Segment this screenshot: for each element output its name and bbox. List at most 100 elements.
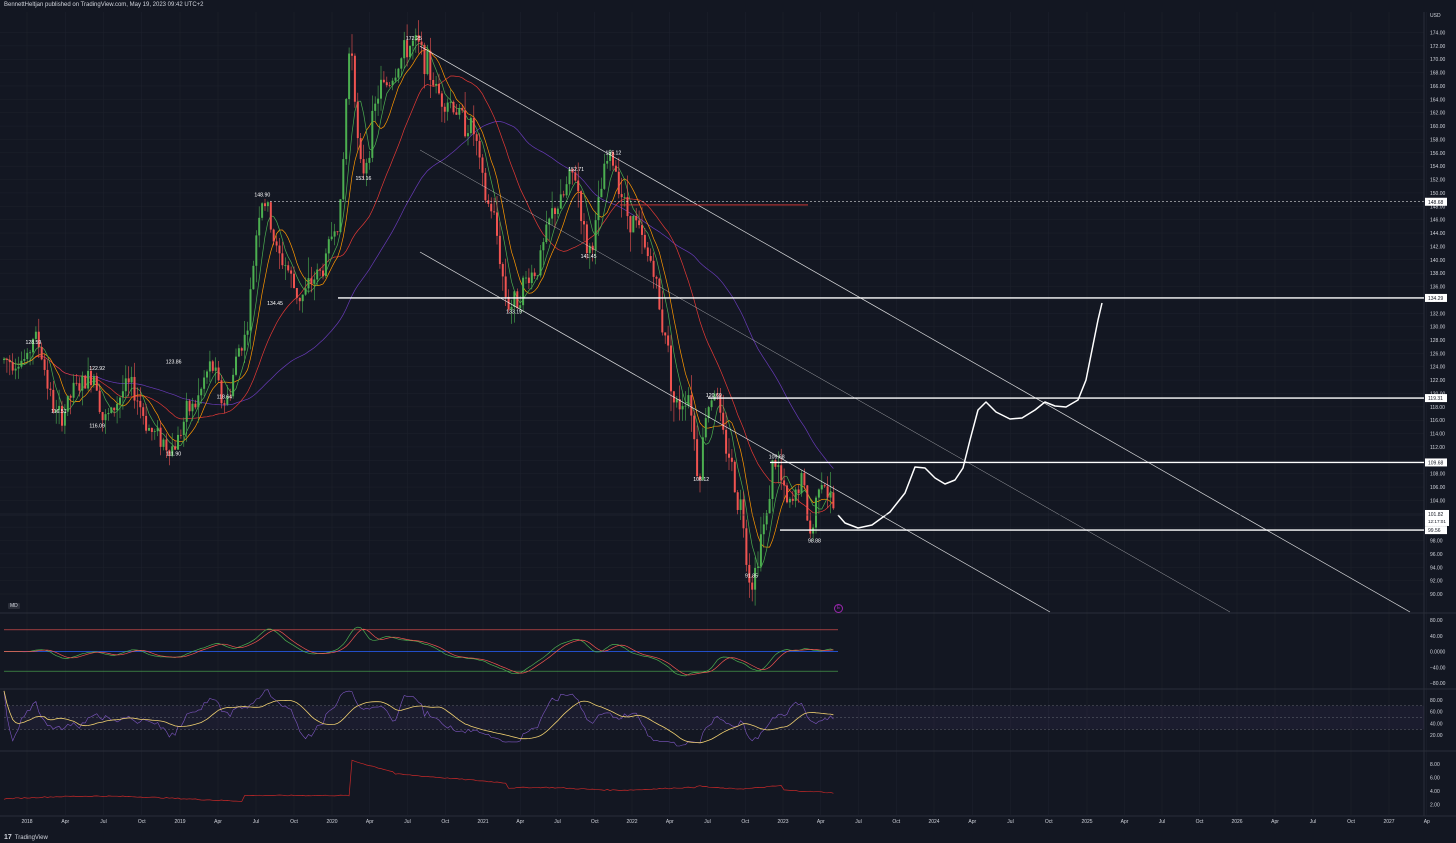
candle-body[interactable] <box>34 331 37 339</box>
candle-body[interactable] <box>95 375 98 391</box>
candle-body[interactable] <box>829 492 832 498</box>
candle-body[interactable] <box>304 288 307 295</box>
candle-body[interactable] <box>794 489 797 501</box>
candle-body[interactable] <box>139 400 142 408</box>
candle-body[interactable] <box>577 180 580 192</box>
earnings-marker-icon[interactable]: E <box>834 604 843 613</box>
candle-body[interactable] <box>751 582 754 590</box>
candle-body[interactable] <box>330 236 333 240</box>
candle-body[interactable] <box>606 160 609 164</box>
candle-body[interactable] <box>72 382 75 398</box>
candle-body[interactable] <box>559 194 562 209</box>
candle-body[interactable] <box>788 498 791 503</box>
candle-body[interactable] <box>464 110 467 137</box>
candle-body[interactable] <box>820 485 823 490</box>
candle-body[interactable] <box>681 406 684 410</box>
candle-body[interactable] <box>542 242 545 251</box>
candle-body[interactable] <box>110 407 113 414</box>
candle-body[interactable] <box>739 499 742 510</box>
candle-body[interactable] <box>481 157 484 173</box>
candle-body[interactable] <box>324 253 327 277</box>
candle-body[interactable] <box>551 208 554 219</box>
candle-body[interactable] <box>356 101 359 139</box>
candle-body[interactable] <box>156 427 159 432</box>
candle-body[interactable] <box>397 68 400 78</box>
candle-body[interactable] <box>574 172 577 181</box>
candle-body[interactable] <box>562 194 565 196</box>
candle-body[interactable] <box>556 208 559 215</box>
candle-body[interactable] <box>246 330 249 335</box>
candle-body[interactable] <box>269 202 272 230</box>
chart-canvas[interactable]: 128.59 116.51 122.92 116.09 111.90 123.86 118.… <box>0 0 1456 843</box>
candle-body[interactable] <box>353 55 356 102</box>
candle-body[interactable] <box>388 85 391 86</box>
candle-body[interactable] <box>545 224 548 243</box>
candle-body[interactable] <box>214 367 217 371</box>
candle-body[interactable] <box>359 138 362 160</box>
candle-body[interactable] <box>197 395 200 408</box>
candle-body[interactable] <box>107 413 110 415</box>
candle-body[interactable] <box>638 220 641 226</box>
candle-body[interactable] <box>217 367 220 381</box>
candle-body[interactable] <box>664 332 667 336</box>
candle-body[interactable] <box>385 82 388 86</box>
candle-body[interactable] <box>446 102 449 112</box>
candle-body[interactable] <box>313 279 316 284</box>
candle-body[interactable] <box>98 390 101 413</box>
candle-body[interactable] <box>730 457 733 462</box>
candle-body[interactable] <box>275 241 278 246</box>
candle-body[interactable] <box>208 361 211 372</box>
candle-body[interactable] <box>527 277 530 284</box>
candle-body[interactable] <box>684 405 687 407</box>
candle-body[interactable] <box>46 369 49 389</box>
candle-body[interactable] <box>3 358 5 361</box>
candle-body[interactable] <box>223 403 226 405</box>
candle-body[interactable] <box>400 58 403 69</box>
candle-body[interactable] <box>594 220 597 251</box>
candle-body[interactable] <box>339 199 342 233</box>
candle-body[interactable] <box>438 83 440 94</box>
candle-body[interactable] <box>179 434 182 436</box>
candle-body[interactable] <box>272 229 275 242</box>
candle-body[interactable] <box>690 395 693 416</box>
candle-body[interactable] <box>322 270 324 277</box>
candle-body[interactable] <box>435 83 438 86</box>
candle-body[interactable] <box>742 499 745 529</box>
candle-body[interactable] <box>391 80 394 86</box>
candle-body[interactable] <box>8 359 11 363</box>
candle-body[interactable] <box>496 212 498 236</box>
candle-body[interactable] <box>113 407 116 411</box>
candle-body[interactable] <box>762 524 765 535</box>
candle-body[interactable] <box>29 352 32 354</box>
candle-body[interactable] <box>554 208 556 215</box>
candle-body[interactable] <box>722 412 725 430</box>
candle-body[interactable] <box>603 163 606 189</box>
candle-body[interactable] <box>522 277 525 306</box>
candle-body[interactable] <box>403 40 406 59</box>
candle-body[interactable] <box>632 215 635 233</box>
candle-body[interactable] <box>614 165 617 172</box>
candle-body[interactable] <box>116 403 119 411</box>
candle-body[interactable] <box>235 356 237 375</box>
candle-body[interactable] <box>84 375 87 389</box>
candle-body[interactable] <box>20 360 23 367</box>
candle-body[interactable] <box>469 117 472 134</box>
candle-body[interactable] <box>783 480 786 486</box>
candle-body[interactable] <box>809 520 812 534</box>
candle-body[interactable] <box>675 399 678 403</box>
candle-body[interactable] <box>725 429 728 454</box>
candle-body[interactable] <box>693 415 696 440</box>
candle-body[interactable] <box>69 395 72 398</box>
candle-body[interactable] <box>620 194 623 198</box>
candle-body[interactable] <box>533 272 536 277</box>
candle-body[interactable] <box>687 395 690 406</box>
candle-body[interactable] <box>617 171 620 195</box>
candle-body[interactable] <box>284 265 287 267</box>
candle-body[interactable] <box>26 352 29 360</box>
candle-body[interactable] <box>649 256 652 261</box>
candle-body[interactable] <box>185 400 188 422</box>
candle-body[interactable] <box>290 270 293 274</box>
candle-body[interactable] <box>661 309 664 333</box>
candle-body[interactable] <box>104 414 107 421</box>
candle-body[interactable] <box>153 431 156 433</box>
